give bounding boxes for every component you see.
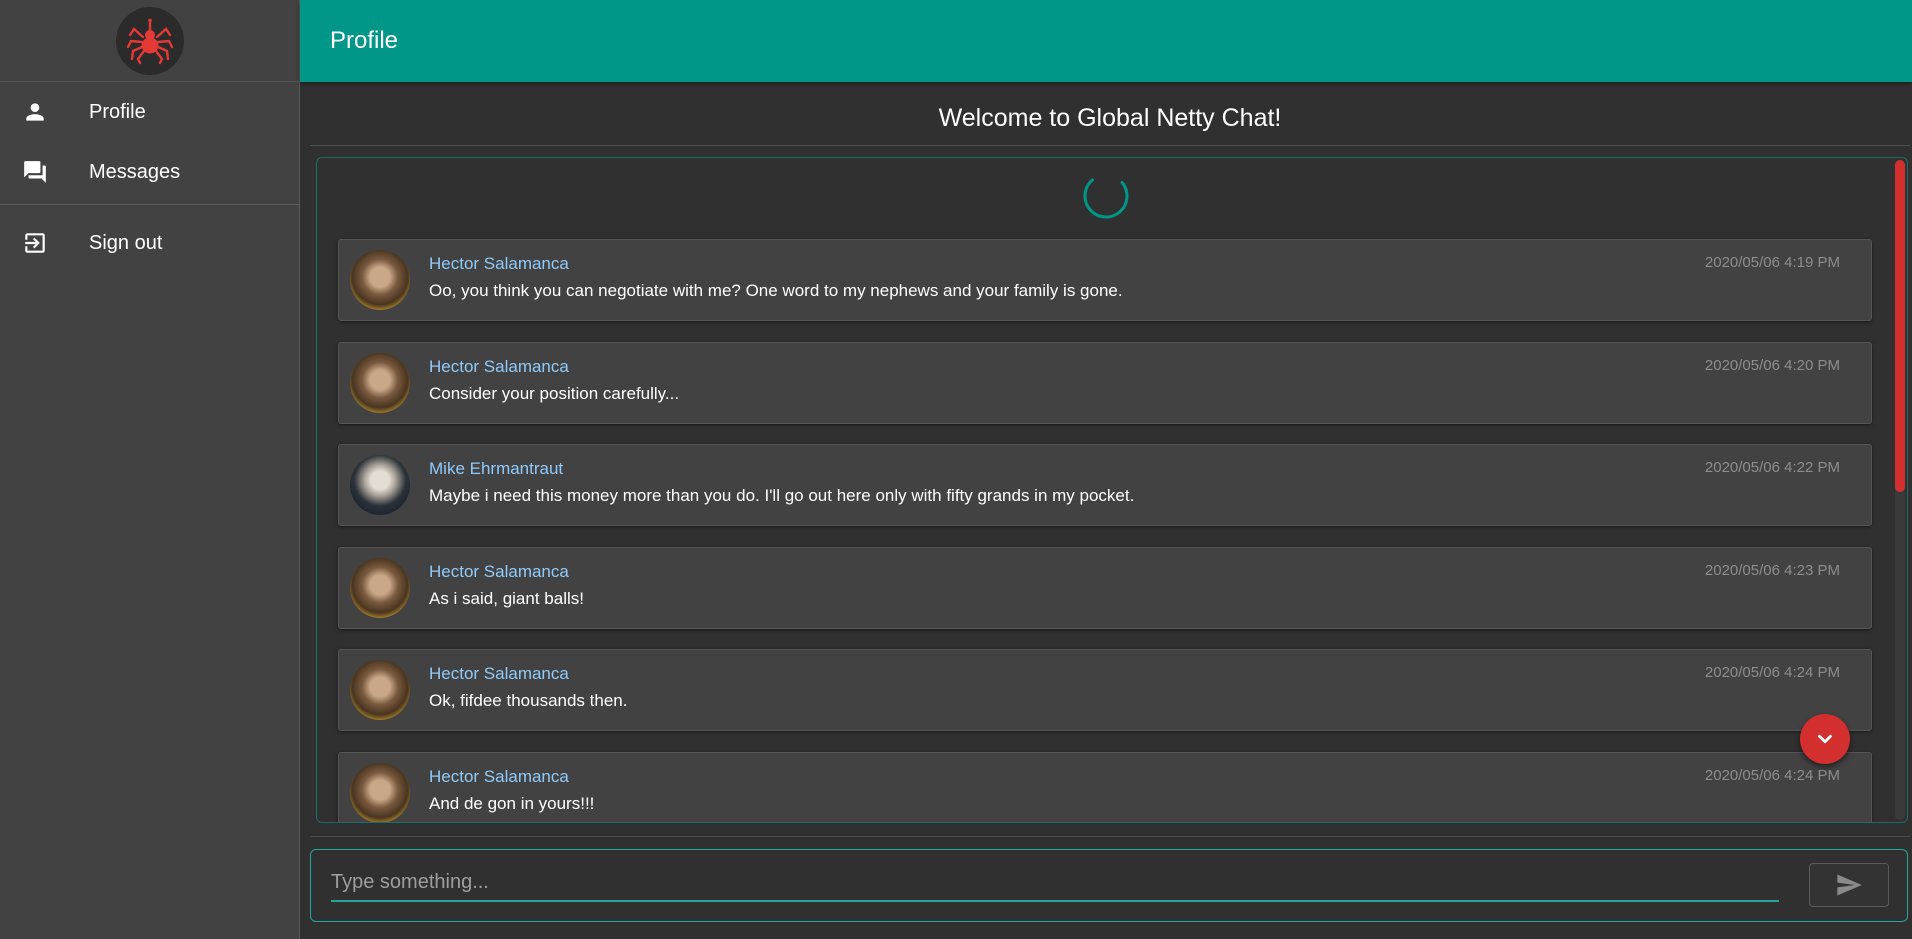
message-card: Mike Ehrmantraut 2020/05/06 4:22 PM Mayb…: [338, 444, 1872, 527]
loading-spinner-icon: [1083, 178, 1129, 219]
message-author[interactable]: Hector Salamanca: [429, 664, 569, 684]
message-timestamp: 2020/05/06 4:19 PM: [1704, 254, 1840, 271]
message-timestamp: 2020/05/06 4:22 PM: [1704, 459, 1840, 477]
logo-area: [0, 0, 299, 82]
send-button[interactable]: [1809, 863, 1889, 907]
avatar[interactable]: [350, 455, 410, 516]
sidebar-item-label: Profile: [89, 100, 146, 123]
message-author[interactable]: Hector Salamanca: [429, 254, 569, 274]
chat-messages-panel[interactable]: Hector Salamanca 2020/05/06 4:19 PM Oo, …: [316, 157, 1908, 823]
sidebar-item-messages[interactable]: Messages: [0, 142, 299, 202]
chevron-down-icon: [1818, 734, 1832, 744]
message-card: Hector Salamanca 2020/05/06 4:24 PM And …: [338, 751, 1872, 822]
avatar[interactable]: [350, 660, 410, 721]
sidebar-item-profile[interactable]: Profile: [0, 82, 299, 142]
message-text: And de gon in yours!!!: [429, 793, 595, 813]
message-composer: [310, 849, 1908, 922]
sidebar-item-label: Messages: [89, 160, 181, 183]
spider-logo[interactable]: [115, 6, 184, 75]
avatar[interactable]: [350, 762, 410, 822]
message-author[interactable]: Mike Ehrmantraut: [429, 459, 563, 479]
message-author[interactable]: Hector Salamanca: [429, 562, 569, 582]
scrollbar-thumb[interactable]: [1895, 160, 1905, 492]
message-text: Maybe i need this money more than you do…: [429, 486, 1135, 506]
message-author[interactable]: Hector Salamanca: [429, 767, 569, 787]
send-icon: [1837, 874, 1862, 896]
chat-scrollbar[interactable]: [1895, 160, 1905, 820]
message-card: Hector Salamanca 2020/05/06 4:24 PM Ok, …: [338, 649, 1872, 732]
message-timestamp: 2020/05/06 4:20 PM: [1704, 356, 1840, 374]
message-card: Hector Salamanca 2020/05/06 4:23 PM As i…: [338, 546, 1872, 629]
spider-icon: [126, 18, 173, 64]
message-timestamp: 2020/05/06 4:24 PM: [1704, 664, 1840, 682]
avatar[interactable]: [350, 352, 410, 413]
chat-icon: [22, 159, 48, 185]
message-timestamp: 2020/05/06 4:24 PM: [1704, 766, 1840, 784]
app-bar: Profile: [300, 0, 1912, 82]
page-title: Profile: [330, 27, 399, 54]
message-text: Ok, fifdee thousands then.: [429, 691, 628, 711]
chat-welcome-title: Welcome to Global Netty Chat!: [310, 96, 1910, 146]
message-input[interactable]: [331, 864, 1779, 902]
message-author[interactable]: Hector Salamanca: [429, 357, 569, 377]
message-card: Hector Salamanca 2020/05/06 4:20 PM Cons…: [338, 341, 1872, 424]
message-text: As i said, giant balls!: [429, 588, 584, 608]
avatar[interactable]: [350, 250, 410, 310]
message-list: Hector Salamanca 2020/05/06 4:19 PM Oo, …: [338, 239, 1872, 822]
message-card: Hector Salamanca 2020/05/06 4:19 PM Oo, …: [338, 239, 1872, 321]
message-text: Oo, you think you can negotiate with me?…: [429, 281, 1123, 300]
message-text: Consider your position carefully...: [429, 383, 680, 403]
sign-out-icon: [22, 230, 48, 256]
message-timestamp: 2020/05/06 4:23 PM: [1704, 561, 1840, 579]
composer-divider: [310, 836, 1910, 837]
sidebar: Profile Messages Sign out: [0, 0, 300, 939]
avatar[interactable]: [350, 557, 410, 618]
sidebar-item-sign-out[interactable]: Sign out: [0, 213, 299, 273]
person-icon: [22, 99, 48, 125]
sidebar-item-label: Sign out: [89, 231, 163, 254]
scroll-to-bottom-button[interactable]: [1800, 714, 1850, 764]
